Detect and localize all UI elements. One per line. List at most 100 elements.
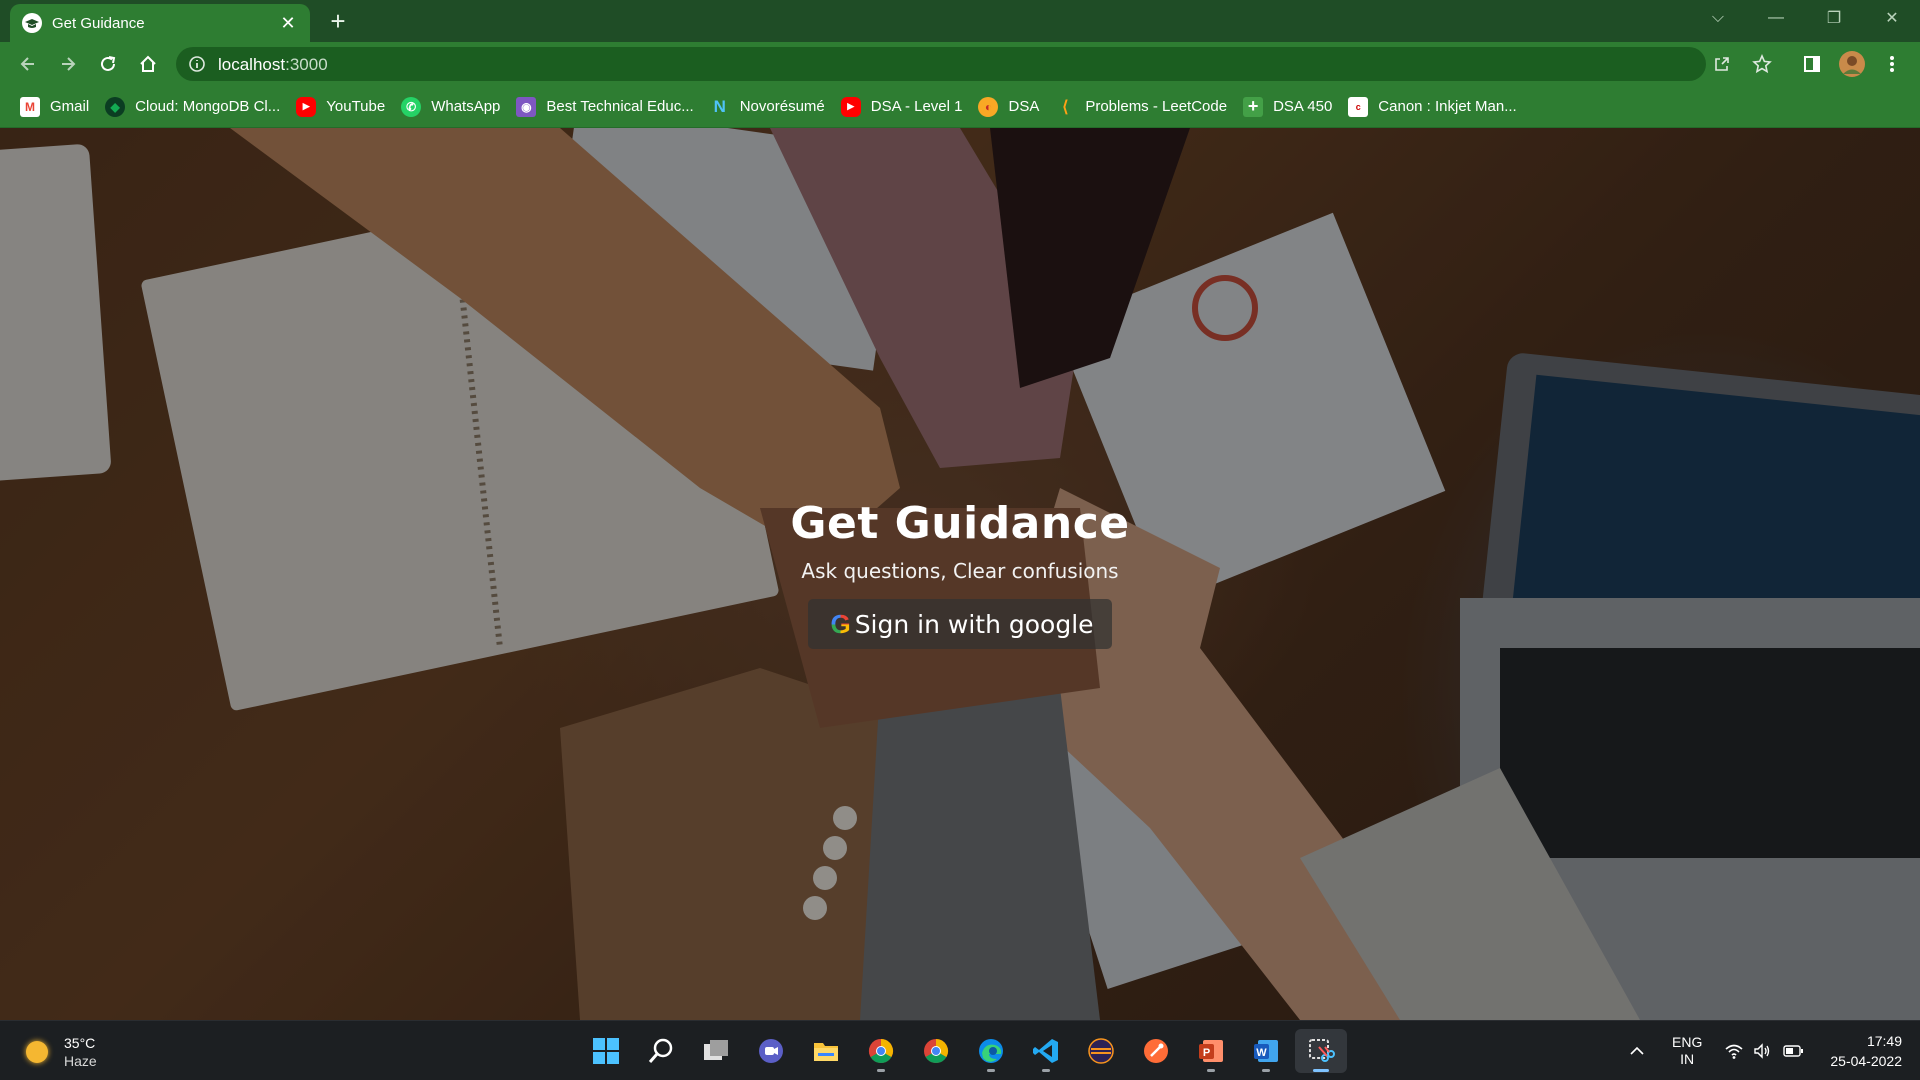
bookmark-whatsapp[interactable]: ✆ WhatsApp <box>395 92 510 122</box>
language-indicator[interactable]: ENG IN <box>1672 1021 1702 1080</box>
bookmark-star-icon[interactable] <box>1748 50 1776 78</box>
bookmark-dsa-450[interactable]: + DSA 450 <box>1237 92 1342 122</box>
hero-section: Get Guidance Ask questions, Clear confus… <box>0 498 1920 649</box>
vscode-icon[interactable] <box>1020 1029 1072 1073</box>
volume-icon[interactable] <box>1752 1021 1772 1080</box>
taskbar-apps: P W <box>580 1029 1350 1073</box>
sun-icon <box>26 1041 48 1063</box>
file-explorer-icon[interactable] <box>800 1029 852 1073</box>
tab-get-guidance[interactable]: Get Guidance ✕ <box>10 4 310 42</box>
running-indicator <box>987 1069 995 1072</box>
address-bar[interactable]: localhost:3000 <box>176 47 1706 81</box>
sign-in-label: Sign in with google <box>854 609 1094 639</box>
teams-chat-icon[interactable] <box>745 1029 797 1073</box>
education-icon: ◉ <box>516 96 537 117</box>
bookmark-gmail[interactable]: M Gmail <box>14 92 99 122</box>
bookmark-leetcode[interactable]: ⟨ Problems - LeetCode <box>1049 92 1237 122</box>
chrome-icon[interactable] <box>855 1029 907 1073</box>
url-host: localhost <box>218 55 286 74</box>
bookmark-label: Canon : Inkjet Man... <box>1378 98 1517 115</box>
novoresume-icon: N <box>713 96 726 116</box>
bookmark-label: Gmail <box>50 98 90 115</box>
youtube-icon: ▶ <box>840 96 861 117</box>
canon-icon: c <box>1348 96 1369 117</box>
bookmark-mongodb[interactable]: ◆ Cloud: MongoDB Cl... <box>99 92 290 122</box>
menu-kebab-icon[interactable] <box>1878 50 1906 78</box>
dsa-icon: ◐ <box>978 96 999 117</box>
bookmark-label: DSA - Level 1 <box>870 98 963 115</box>
svg-text:W: W <box>1256 1047 1267 1059</box>
page-title: Get Guidance <box>790 498 1130 549</box>
windows-taskbar: 35°C Haze P W ENG IN 17:49 25-04-2022 <box>0 1020 1920 1080</box>
home-icon[interactable] <box>134 50 162 78</box>
bookmark-label: Cloud: MongoDB Cl... <box>135 98 281 115</box>
weather-widget[interactable]: 35°C Haze <box>26 1035 97 1069</box>
task-view-icon[interactable] <box>690 1029 742 1073</box>
tray-overflow-chevron-icon[interactable] <box>1628 1021 1646 1080</box>
restore-icon[interactable]: ❐ <box>1806 0 1862 36</box>
start-icon[interactable] <box>580 1029 632 1073</box>
browser-toolbar: localhost:3000 <box>0 42 1920 86</box>
weather-temperature: 35°C <box>64 1035 96 1051</box>
search-icon[interactable] <box>635 1029 687 1073</box>
tab-strip: Get Guidance ✕ + ⌵ — ❐ ✕ <box>0 0 1920 42</box>
region-code: IN <box>1680 1051 1695 1067</box>
edge-icon[interactable] <box>965 1029 1017 1073</box>
running-indicator <box>1262 1069 1270 1072</box>
profile-avatar-icon[interactable] <box>1838 50 1866 78</box>
running-indicator <box>1313 1069 1329 1072</box>
whatsapp-icon: ✆ <box>401 96 422 117</box>
tab-search-icon[interactable]: ⌵ <box>1690 0 1746 36</box>
snipping-tool-icon[interactable] <box>1295 1029 1347 1073</box>
share-icon[interactable] <box>1708 50 1736 78</box>
bookmark-dsa[interactable]: ◐ DSA <box>972 92 1049 122</box>
bookmark-label: YouTube <box>326 98 386 115</box>
side-panel-icon[interactable] <box>1798 50 1826 78</box>
url-port: :3000 <box>285 55 328 74</box>
bookmark-label: DSA 450 <box>1273 98 1333 115</box>
bookmark-label: DSA <box>1008 98 1040 115</box>
close-tab-icon[interactable]: ✕ <box>278 13 298 33</box>
postman-icon[interactable] <box>1130 1029 1182 1073</box>
window-close-icon[interactable]: ✕ <box>1864 0 1920 36</box>
dsa450-icon: + <box>1243 96 1264 117</box>
powerpoint-icon[interactable]: P <box>1185 1029 1237 1073</box>
gmail-icon: M <box>20 96 40 117</box>
site-info-icon[interactable] <box>188 55 206 73</box>
bookmark-dsa-level-1[interactable]: ▶ DSA - Level 1 <box>835 92 973 122</box>
page-subtitle: Ask questions, Clear confusions <box>801 559 1119 583</box>
language-code: ENG <box>1672 1034 1703 1050</box>
bookmarks-bar: M Gmail ◆ Cloud: MongoDB Cl... ▶ YouTube ✆ W… <box>0 86 1920 128</box>
leetcode-icon: ⟨ <box>1062 98 1069 116</box>
bookmark-label: WhatsApp <box>431 98 501 115</box>
system-clock[interactable]: 17:49 25-04-2022 <box>1830 1031 1902 1071</box>
eclipse-icon[interactable] <box>1075 1029 1127 1073</box>
bookmark-canon[interactable]: c Canon : Inkjet Man... <box>1342 92 1526 122</box>
running-indicator <box>1042 1069 1050 1072</box>
reload-icon[interactable] <box>94 50 122 78</box>
weather-description: Haze <box>64 1053 97 1069</box>
bookmark-label: Novorésumé <box>739 98 825 115</box>
bookmark-youtube[interactable]: ▶ YouTube <box>290 92 395 122</box>
landing-page: Get Guidance Ask questions, Clear confus… <box>0 128 1920 1020</box>
sign-in-with-google-button[interactable]: G Sign in with google <box>808 599 1112 649</box>
running-indicator <box>877 1069 885 1072</box>
bookmark-novoresume[interactable]: N Novorésumé <box>704 92 835 122</box>
bookmark-best-technical-education[interactable]: ◉ Best Technical Educ... <box>510 92 703 122</box>
youtube-icon: ▶ <box>296 96 317 117</box>
wifi-icon[interactable] <box>1724 1021 1744 1080</box>
graduation-cap-icon <box>22 13 42 33</box>
mongodb-icon: ◆ <box>105 96 126 117</box>
chrome-profile-icon[interactable] <box>910 1029 962 1073</box>
back-icon[interactable] <box>14 50 42 78</box>
forward-icon[interactable] <box>54 50 82 78</box>
new-tab-button[interactable]: + <box>324 8 352 36</box>
clock-date: 25-04-2022 <box>1830 1053 1902 1069</box>
word-icon[interactable]: W <box>1240 1029 1292 1073</box>
bookmark-label: Problems - LeetCode <box>1085 98 1228 115</box>
minimize-icon[interactable]: — <box>1748 0 1804 36</box>
tab-title: Get Guidance <box>52 14 145 32</box>
battery-icon[interactable] <box>1782 1021 1804 1080</box>
google-logo-icon: G <box>830 608 851 639</box>
clock-time: 17:49 <box>1866 1033 1902 1049</box>
